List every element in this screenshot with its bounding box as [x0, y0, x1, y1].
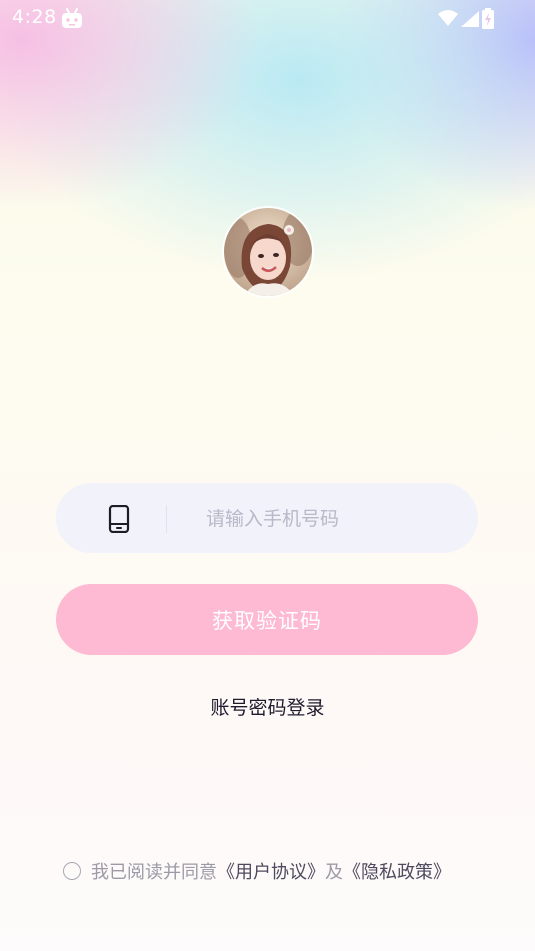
get-verification-code-button[interactable]: 获取验证码	[56, 584, 478, 655]
robot-icon	[60, 7, 84, 33]
battery-charging-icon	[481, 8, 495, 34]
input-divider	[166, 505, 167, 533]
phone-number-input[interactable]	[204, 483, 458, 555]
wifi-signal-icons	[438, 10, 479, 27]
status-time: 4:28	[12, 6, 57, 28]
agreement-and: 及	[325, 862, 343, 883]
privacy-policy-link[interactable]: 《隐私政策》	[343, 858, 451, 884]
user-agreement-link[interactable]: 《用户协议》	[217, 858, 325, 884]
agreement-row: 我已阅读并同意 《用户协议》 及 《隐私政策》	[63, 858, 451, 884]
status-bar: 4:28	[0, 0, 535, 38]
avatar[interactable]	[224, 208, 312, 296]
mobile-phone-icon	[108, 504, 130, 537]
agreement-checkbox[interactable]	[63, 862, 81, 880]
background-gradient	[0, 0, 535, 951]
system-icons	[437, 9, 483, 33]
password-login-link[interactable]: 账号密码登录	[0, 693, 535, 720]
agreement-prefix: 我已阅读并同意	[91, 862, 217, 883]
phone-input-container[interactable]	[56, 483, 478, 555]
